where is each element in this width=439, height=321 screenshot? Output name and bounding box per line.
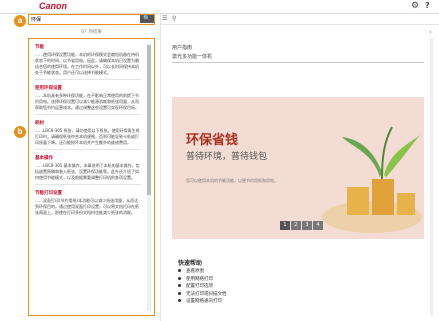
- gear-icon[interactable]: ⚙: [411, 1, 419, 11]
- quickstart-item[interactable]: 查看原图: [178, 268, 227, 276]
- search-result-snippet: ……使用环保设置功能，本机的环保模式会缩短机器在待机状态下的时间，以节省用电。因…: [35, 52, 139, 75]
- result-count: 67 项结果: [81, 30, 102, 35]
- divider: [35, 149, 141, 150]
- bullet-icon: [178, 284, 181, 287]
- document-title: 用户指南: [172, 45, 193, 51]
- search-result-item[interactable]: 使用环保设置 ……本机具有多种环保功能，在不影响正常使用的前提下节约用电。选择环…: [35, 85, 141, 115]
- canon-logo: Canon: [39, 1, 67, 11]
- bullet-icon: [178, 299, 181, 302]
- search-result-snippet: ……双面打印(节约用纸)本功能可以减少纸张用量，从而达到环保目的。通过使用双面打…: [35, 198, 139, 215]
- quickstart-list: 查看原图 使用网络打印 配置打印选项 无法打印或扫描文档 设置网络通讯打印: [178, 268, 227, 306]
- pager-page-1[interactable]: 1: [280, 221, 290, 230]
- quickstart-item[interactable]: 使用网络打印: [178, 276, 227, 284]
- pager-page-2[interactable]: 2: [291, 221, 301, 230]
- search-result-title[interactable]: 节能打印设置: [35, 190, 141, 196]
- divider: [35, 79, 141, 80]
- quickstart-title: 快速帮助: [178, 260, 203, 267]
- quickstart-item-label[interactable]: 使用网络打印: [186, 277, 213, 282]
- search-result-snippet: ……LBC8-305 纸张，请勿使用以下纸张。使用环保再生纸打印时，请确保纸张符…: [35, 128, 140, 145]
- search-button[interactable]: 🔍: [140, 15, 154, 23]
- search-result-item[interactable]: 节能打印设置 ……双面打印(节约用纸)本功能可以减少纸张用量，从而达到环保目的。…: [35, 190, 141, 216]
- quickstart-item[interactable]: 配置打印选项: [178, 283, 227, 291]
- document-subtitle: 激光多功能一体机: [172, 54, 213, 60]
- quickstart-item-label[interactable]: 查看原图: [186, 269, 204, 274]
- search-result-title[interactable]: 基本操作: [35, 155, 141, 161]
- bullet-icon: [178, 276, 181, 280]
- search-result-item[interactable]: 节能 ……使用环保设置功能，本机的环保模式会缩短机器在待机状态下的时间，以节省用…: [35, 44, 141, 80]
- content-toolbar: [161, 14, 439, 25]
- banner-title: 环保省钱: [186, 133, 239, 148]
- callout-marker-a: a: [14, 15, 26, 27]
- pager-page-4[interactable]: 4: [313, 221, 323, 230]
- search-result-title[interactable]: 耗材: [35, 120, 141, 126]
- search-result-snippet: ……LBC8-305 基本操作，本章说明了本机的基本操作，包括放置原稿和装入纸张…: [35, 163, 140, 180]
- quickstart-item-label[interactable]: 设置网络通讯打印: [186, 299, 222, 304]
- banner-pager: 1 2 3 4: [280, 221, 323, 230]
- results-scroll-thumb[interactable]: [147, 45, 151, 195]
- search-results-panel: 节能 ……使用环保设置功能，本机的环保模式会缩短机器在待机状态下的时间，以节省用…: [28, 38, 155, 316]
- quickstart-item[interactable]: 无法打印或扫描文档: [178, 291, 227, 299]
- toc-icon[interactable]: ☰: [162, 15, 167, 22]
- search-result-title[interactable]: 节能: [35, 44, 141, 50]
- panel-divider: [160, 14, 161, 321]
- quickstart-item[interactable]: 设置网络通讯打印: [178, 298, 227, 306]
- help-icon[interactable]: ?: [425, 1, 430, 10]
- search-result-snippet: ……本机具有多种环保功能，在不影响正常使用的前提下节约用电。选择环保设置可以减少…: [35, 93, 139, 110]
- pager-page-3[interactable]: 3: [302, 221, 312, 230]
- search-icon: 🔍: [143, 15, 151, 22]
- bullet-icon: [178, 269, 181, 272]
- search-input[interactable]: [31, 16, 131, 23]
- top-bar: Canon ⚙ ?: [0, 0, 439, 14]
- coin-plant-illustration: [322, 126, 422, 233]
- search-box: 🔍: [28, 14, 155, 25]
- callout-marker-b: b: [14, 126, 26, 138]
- quickstart-item-label[interactable]: 配置打印选项: [186, 284, 213, 289]
- chevron-right-icon[interactable]: ›: [429, 28, 432, 36]
- content-scrollbar[interactable]: [430, 38, 433, 316]
- divider: [35, 184, 141, 185]
- quickstart-item-label[interactable]: 无法打印或扫描文档: [186, 292, 227, 297]
- bullet-icon: [178, 291, 181, 295]
- divider: [35, 114, 141, 115]
- search-icon[interactable]: ⚲: [172, 15, 176, 22]
- search-result-item[interactable]: 耗材 ……LBC8-305 纸张，请勿使用以下纸张。使用环保再生纸打印时，请确保…: [35, 120, 141, 150]
- banner-subtitle: 普待环境，普待钱包: [186, 152, 268, 162]
- search-result-item[interactable]: 基本操作 ……LBC8-305 基本操作，本章说明了本机的基本操作，包括放置原稿…: [35, 155, 141, 185]
- feature-banner[interactable]: 环保省钱 普待环境，普待钱包 您可以使用本机的节能功能，以便节约用纸和用电。 1…: [172, 97, 424, 239]
- banner-text: 您可以使用本机的节能功能，以便节约用纸和用电。: [186, 178, 278, 183]
- divider: [172, 62, 424, 63]
- search-result-title[interactable]: 使用环保设置: [35, 85, 141, 91]
